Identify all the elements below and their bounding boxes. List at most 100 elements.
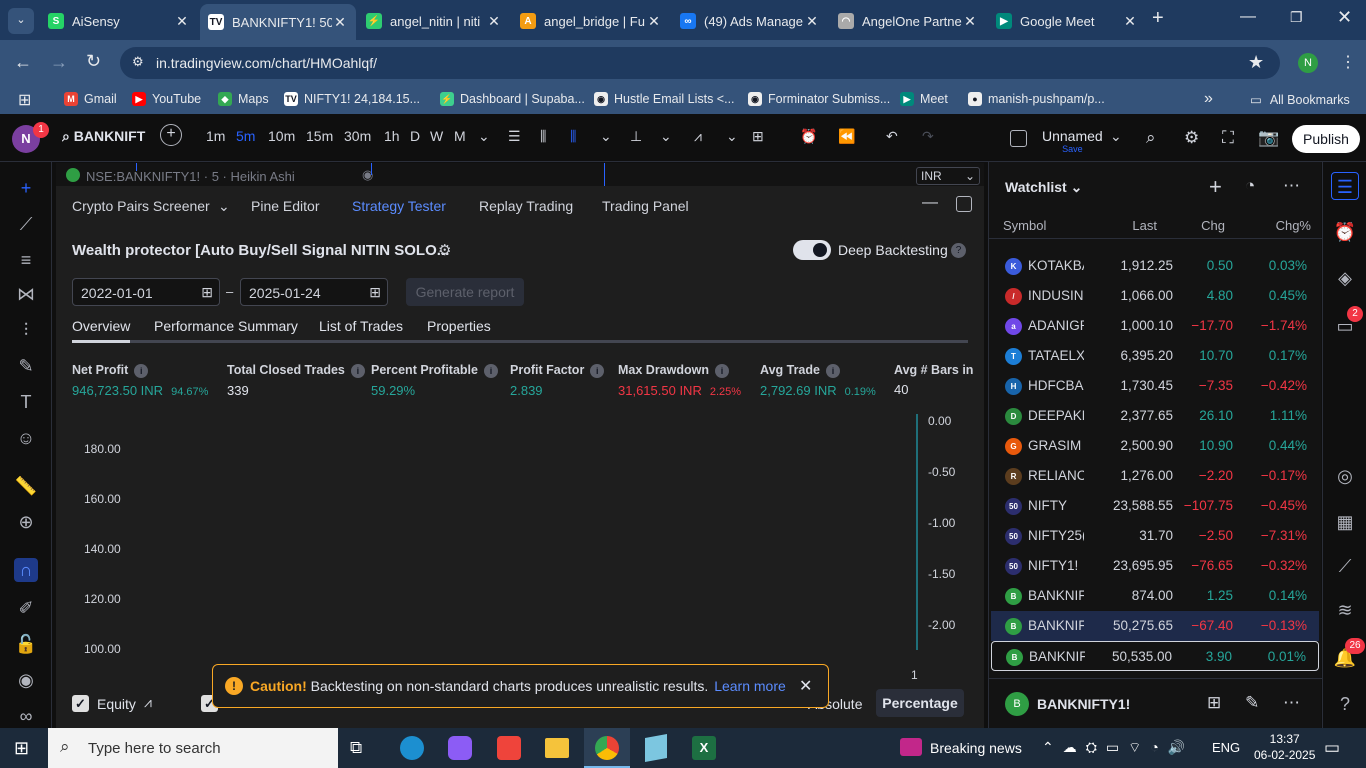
watchlist-row[interactable]: H HDFCBAN 1,730.45 −7.35 −0.42%: [991, 371, 1319, 401]
clock[interactable]: 13:37 06-02-2025: [1254, 732, 1315, 762]
anydesk-icon[interactable]: [497, 736, 521, 760]
browser-tab[interactable]: ∞ (49) Ads Manage ✕: [672, 6, 828, 36]
pencil-icon[interactable]: ⟋: [1331, 552, 1359, 580]
language-indicator[interactable]: ENG: [1212, 740, 1240, 755]
chrome-icon[interactable]: [584, 728, 630, 768]
close-toast-icon[interactable]: ✕: [799, 676, 812, 696]
tab-close-icon[interactable]: ✕: [646, 13, 662, 30]
zoom-in-icon[interactable]: ⊕: [14, 510, 38, 534]
excel-icon[interactable]: X: [692, 736, 716, 760]
watchlist-row[interactable]: 50 NIFTY25(31.70 −2.50 −7.31%: [991, 521, 1319, 551]
bookmark-item[interactable]: ● manish-pushpam/p...: [968, 92, 1105, 106]
ruler-icon[interactable]: 📏: [14, 474, 38, 498]
magnet-icon[interactable]: ∩: [14, 558, 38, 582]
notepad-icon[interactable]: [645, 734, 667, 762]
link-icon[interactable]: ∞: [14, 704, 38, 728]
layout-dropdown-icon[interactable]: ⌄: [1110, 128, 1122, 145]
watchlist-row[interactable]: 50 NIFTY1! 23,695.95 −76.65 −0.32%: [991, 551, 1319, 581]
news-label[interactable]: Breaking news: [930, 740, 1022, 756]
tab-close-icon[interactable]: ✕: [962, 13, 978, 30]
text-icon[interactable]: T: [14, 390, 38, 414]
indicators-icon[interactable]: ⩘: [694, 128, 702, 145]
more-bookmarks-icon[interactable]: »: [1204, 90, 1213, 108]
interval-M[interactable]: M: [454, 128, 466, 144]
currency-select[interactable]: INR ⌄: [916, 167, 980, 185]
broadcast-icon[interactable]: ≋: [1331, 596, 1359, 624]
date-from-field[interactable]: 2022-01-01 ⊞: [72, 278, 220, 306]
panel-tab[interactable]: Replay Trading: [479, 198, 573, 214]
trend-line-icon[interactable]: ⟋: [14, 212, 38, 236]
chrome-menu-icon[interactable]: ⋮: [1340, 52, 1356, 72]
help-icon[interactable]: ?: [951, 243, 966, 258]
watchlist-header-chg[interactable]: Chg%: [1276, 218, 1311, 233]
learn-more-link[interactable]: Learn more: [714, 678, 786, 694]
bookmark-item[interactable]: ◉ Hustle Email Lists <...: [594, 92, 735, 106]
fullscreen-icon[interactable]: ⛶: [1222, 128, 1234, 148]
copilot-icon[interactable]: [448, 736, 472, 760]
windows-start-icon[interactable]: ⊞: [14, 738, 29, 759]
site-info-icon[interactable]: ⚙: [132, 54, 144, 70]
edit-icon[interactable]: ✎: [1245, 693, 1259, 713]
tab-close-icon[interactable]: ✕: [332, 14, 348, 31]
watchlist-row[interactable]: a ADANIGR 1,000.10 −17.70 −1.74%: [991, 311, 1319, 341]
bookmark-star-icon[interactable]: ★: [1248, 52, 1264, 73]
panel-tab[interactable]: Trading Panel: [602, 198, 689, 214]
alerts-clock-icon[interactable]: ⏰: [1331, 218, 1359, 246]
profile-avatar[interactable]: N: [1298, 53, 1318, 73]
info-icon[interactable]: i: [350, 364, 365, 378]
task-view-icon[interactable]: ⧉: [350, 738, 362, 758]
reload-icon[interactable]: ↻: [86, 51, 101, 72]
help-circle-icon[interactable]: ?: [1331, 690, 1359, 718]
watchlist-icon[interactable]: ☰: [1331, 172, 1359, 200]
publish-button[interactable]: Publish: [1292, 125, 1360, 153]
forward-icon[interactable]: →: [50, 52, 68, 73]
footer-more-icon[interactable]: ⋯: [1283, 693, 1300, 713]
panel-tab[interactable]: Strategy Tester: [352, 198, 446, 214]
action-center-icon[interactable]: ▭: [1324, 738, 1340, 758]
prediction-icon[interactable]: ⫶: [14, 318, 38, 342]
pattern-icon[interactable]: ⋈: [14, 282, 38, 306]
settings-gear-icon[interactable]: ⚙: [1184, 128, 1199, 148]
watchlist-header-symbol[interactable]: Symbol: [1003, 218, 1046, 233]
quick-search-icon[interactable]: ⌕: [1146, 128, 1156, 148]
interval-30m[interactable]: 30m: [344, 128, 371, 144]
footer-symbol[interactable]: BANKNIFTY1!: [1037, 696, 1130, 712]
brush-icon[interactable]: ✎: [14, 354, 38, 378]
subtab[interactable]: List of Trades: [319, 318, 403, 334]
chart-type-dropdown-icon[interactable]: ⌄: [600, 128, 612, 145]
interval-1m[interactable]: 1m: [206, 128, 225, 144]
indicators-dropdown-icon[interactable]: ⌄: [726, 128, 738, 145]
tab-close-icon[interactable]: ✕: [804, 13, 820, 30]
watchlist-header-last[interactable]: Last: [1132, 218, 1157, 233]
info-icon[interactable]: i: [715, 364, 729, 378]
bookmark-item[interactable]: ◉ Forminator Submiss...: [748, 92, 890, 106]
info-icon[interactable]: i: [590, 364, 605, 378]
replay-icon[interactable]: ⏪: [838, 128, 855, 145]
equity-checkbox[interactable]: ✓: [72, 695, 89, 712]
generate-report-button[interactable]: Generate report: [406, 278, 524, 306]
address-bar[interactable]: ⚙ in.tradingview.com/chart/HMOahlqf/ ★: [120, 47, 1280, 79]
fib-icon[interactable]: ≡: [14, 248, 38, 272]
watchlist-row[interactable]: R RELIANCI 1,276.00 −2.20 −0.17%: [991, 461, 1319, 491]
redo-icon[interactable]: ↷: [922, 128, 934, 145]
snapshot-camera-icon[interactable]: 📷: [1258, 128, 1279, 148]
watchlist-header-chg[interactable]: Chg: [1201, 218, 1225, 233]
layout-name[interactable]: Unnamed Save: [1042, 128, 1103, 154]
close-window-button[interactable]: ✕: [1337, 7, 1352, 28]
lock-icon[interactable]: 🔓: [14, 632, 38, 656]
file-explorer-icon[interactable]: [545, 738, 569, 758]
strategy-name[interactable]: Wealth protector [Auto Buy/Sell Signal N…: [72, 242, 449, 259]
info-icon[interactable]: i: [134, 364, 149, 378]
minimize-button[interactable]: —: [1240, 8, 1256, 26]
tab-close-icon[interactable]: ✕: [1122, 13, 1138, 30]
watchlist-row[interactable]: B BANKNIF 50,535.00 3.90 0.01%: [991, 641, 1319, 671]
undo-icon[interactable]: ↶: [886, 128, 898, 145]
more-options-icon[interactable]: ⋯: [1283, 176, 1300, 196]
all-bookmarks[interactable]: ▭ All Bookmarks: [1250, 92, 1350, 107]
bookmark-item[interactable]: M Gmail: [64, 92, 117, 106]
panel-tab[interactable]: Crypto Pairs Screener: [72, 198, 210, 214]
emoji-icon[interactable]: ☺: [14, 426, 38, 450]
restore-button[interactable]: ❐: [1290, 9, 1303, 26]
taskbar-search[interactable]: ⌕ Type here to search: [48, 728, 338, 768]
info-icon[interactable]: i: [825, 364, 840, 378]
